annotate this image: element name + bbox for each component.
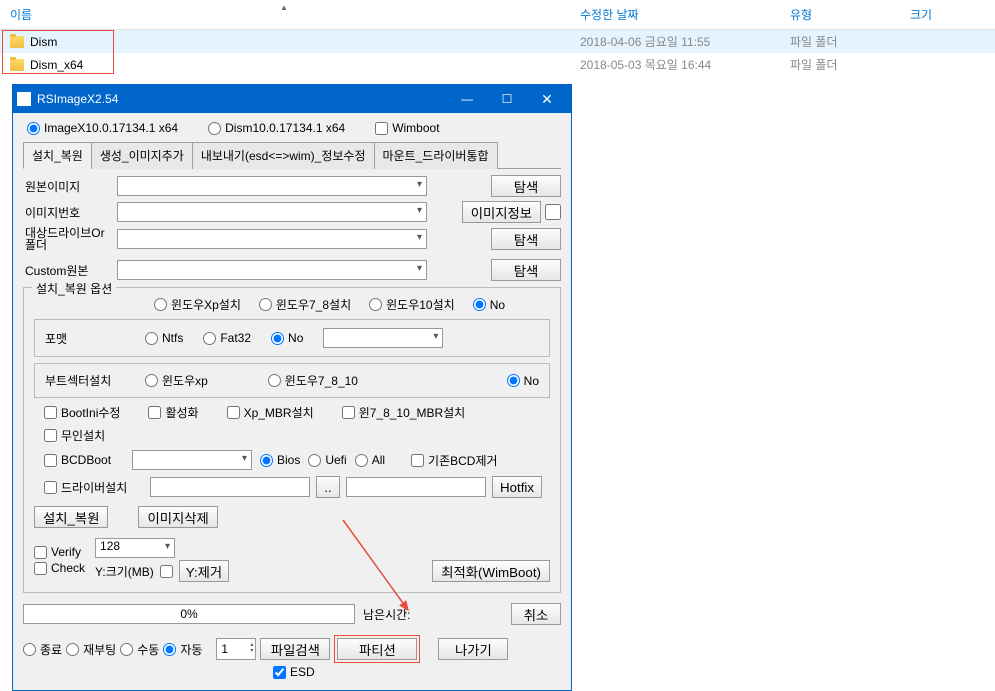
dism-radio[interactable]: Dism10.0.17134.1 x64 bbox=[208, 121, 345, 135]
bcdboot-check[interactable]: BCDBoot bbox=[44, 453, 124, 467]
unattend-check[interactable]: 무인설치 bbox=[44, 427, 105, 444]
format-no-radio[interactable]: No bbox=[271, 331, 303, 345]
all-radio[interactable]: All bbox=[355, 453, 385, 467]
col-size[interactable]: 크기 bbox=[910, 6, 990, 23]
bootxp-radio[interactable]: 윈도우xp bbox=[145, 372, 208, 389]
check-check[interactable]: Check bbox=[34, 561, 85, 575]
win78-radio[interactable]: 윈도우7_8설치 bbox=[259, 296, 351, 313]
uefi-radio[interactable]: Uefi bbox=[308, 453, 346, 467]
image-info-button[interactable]: 이미지정보 bbox=[462, 201, 541, 223]
hotfix-button[interactable]: Hotfix bbox=[492, 476, 542, 498]
tab-strip: 설치_복원 생성_이미지추가 내보내기(esd<=>wim)_정보수정 마운트_… bbox=[23, 141, 561, 169]
ysize-check[interactable] bbox=[160, 565, 173, 578]
manual-radio[interactable]: 수동 bbox=[120, 641, 159, 658]
yremove-button[interactable]: Y:제거 bbox=[179, 560, 229, 582]
filesearch-button[interactable]: 파일검색 bbox=[260, 638, 330, 660]
file-row[interactable]: Dism_x64 2018-05-03 목요일 16:44 파일 폴더 bbox=[0, 53, 995, 76]
tab-mount-driver[interactable]: 마운트_드라이버통합 bbox=[374, 142, 498, 169]
count-spinner[interactable]: 1 bbox=[216, 638, 256, 660]
tab-export[interactable]: 내보내기(esd<=>wim)_정보수정 bbox=[192, 142, 375, 169]
file-explorer: 이름 ▲ 수정한 날짜 유형 크기 Dism 2018-04-06 금요일 11… bbox=[0, 0, 995, 76]
driver-browse[interactable]: .. bbox=[316, 476, 340, 498]
source-image-combo[interactable] bbox=[117, 176, 427, 196]
highlight-box-2: 파티션 bbox=[334, 635, 420, 663]
cancel-button[interactable]: 취소 bbox=[511, 603, 561, 625]
folder-icon bbox=[10, 59, 24, 71]
delete-image-button[interactable]: 이미지삭제 bbox=[138, 506, 217, 528]
imagex-radio[interactable]: ImageX10.0.17134.1 x64 bbox=[27, 121, 178, 135]
rsimagex-dialog: RSImageX2.54 — ☐ ✕ ImageX10.0.17134.1 x6… bbox=[12, 84, 572, 691]
xpmbr-check[interactable]: Xp_MBR설치 bbox=[227, 404, 314, 421]
bcdboot-combo[interactable] bbox=[132, 450, 252, 470]
label-target-drive: 대상드라이브Or 폴더 bbox=[23, 227, 113, 251]
progress-bar: 0% bbox=[23, 604, 355, 624]
exit-radio[interactable]: 종료 bbox=[23, 641, 62, 658]
hotfix-path[interactable] bbox=[346, 477, 486, 497]
driver-path[interactable] bbox=[150, 477, 310, 497]
label-format: 포맷 bbox=[45, 330, 125, 347]
exit-button[interactable]: 나가기 bbox=[438, 638, 508, 660]
activate-check[interactable]: 활성화 bbox=[148, 404, 198, 421]
groupbox-title: 설치_복원 옵션 bbox=[32, 280, 116, 297]
app-icon bbox=[17, 92, 31, 106]
boot-no-radio[interactable]: No bbox=[507, 374, 539, 388]
win78mbr-check[interactable]: 윈7_8_10_MBR설치 bbox=[342, 404, 466, 421]
size-combo[interactable]: 128 bbox=[95, 538, 175, 558]
label-bootsector: 부트섹터설치 bbox=[45, 372, 125, 389]
boot7810-radio[interactable]: 윈도우7_8_10 bbox=[268, 372, 358, 389]
install-restore-button[interactable]: 설치_복원 bbox=[34, 506, 108, 528]
label-custom-source: Custom원본 bbox=[23, 262, 113, 279]
format-combo[interactable] bbox=[323, 328, 443, 348]
partition-button[interactable]: 파티션 bbox=[337, 638, 417, 660]
maximize-button[interactable]: ☐ bbox=[487, 85, 527, 113]
auto-radio[interactable]: 자동 bbox=[163, 641, 202, 658]
image-info-check[interactable] bbox=[545, 204, 561, 220]
bios-radio[interactable]: Bios bbox=[260, 453, 300, 467]
close-button[interactable]: ✕ bbox=[527, 85, 567, 113]
image-number-combo[interactable] bbox=[117, 202, 427, 222]
winxp-radio[interactable]: 윈도우Xp설치 bbox=[154, 296, 241, 313]
optimize-button[interactable]: 최적화(WimBoot) bbox=[432, 560, 550, 582]
tab-create-add[interactable]: 생성_이미지추가 bbox=[91, 142, 193, 169]
ysize-label: Y:크기(MB) bbox=[95, 563, 154, 580]
sort-arrow-icon: ▲ bbox=[280, 3, 288, 12]
win10-radio[interactable]: 윈도우10설치 bbox=[369, 296, 455, 313]
folder-icon bbox=[10, 36, 24, 48]
col-type[interactable]: 유형 bbox=[790, 6, 910, 23]
wimboot-check[interactable]: Wimboot bbox=[375, 121, 439, 135]
browse-button-2[interactable]: 탐색 bbox=[491, 228, 561, 250]
minimize-button[interactable]: — bbox=[447, 85, 487, 113]
target-drive-combo[interactable] bbox=[117, 229, 427, 249]
custom-source-combo[interactable] bbox=[117, 260, 427, 280]
col-name[interactable]: 이름 ▲ bbox=[0, 6, 580, 23]
driver-check[interactable]: 드라이버설치 bbox=[44, 479, 144, 496]
browse-button[interactable]: 탐색 bbox=[491, 175, 561, 197]
remaining-label: 남은시간: bbox=[363, 606, 503, 623]
titlebar[interactable]: RSImageX2.54 — ☐ ✕ bbox=[13, 85, 571, 113]
os-no-radio[interactable]: No bbox=[473, 298, 505, 312]
explorer-header: 이름 ▲ 수정한 날짜 유형 크기 bbox=[0, 0, 995, 30]
verify-check[interactable]: Verify bbox=[34, 545, 85, 559]
install-restore-options: 설치_복원 옵션 윈도우Xp설치 윈도우7_8설치 윈도우10설치 No 포맷 … bbox=[23, 287, 561, 593]
tab-install-restore[interactable]: 설치_복원 bbox=[23, 142, 92, 169]
bootini-check[interactable]: BootIni수정 bbox=[44, 404, 120, 421]
reboot-radio[interactable]: 재부팅 bbox=[66, 641, 116, 658]
esd-check[interactable]: ESD bbox=[273, 665, 315, 679]
label-image-number: 이미지번호 bbox=[23, 204, 113, 221]
browse-button-3[interactable]: 탐색 bbox=[491, 259, 561, 281]
removebcd-check[interactable]: 기존BCD제거 bbox=[411, 452, 498, 469]
fat32-radio[interactable]: Fat32 bbox=[203, 331, 251, 345]
ntfs-radio[interactable]: Ntfs bbox=[145, 331, 183, 345]
file-row[interactable]: Dism 2018-04-06 금요일 11:55 파일 폴더 bbox=[0, 30, 995, 53]
window-title: RSImageX2.54 bbox=[37, 92, 447, 106]
col-date[interactable]: 수정한 날짜 bbox=[580, 6, 790, 23]
label-source-image: 원본이미지 bbox=[23, 178, 113, 195]
